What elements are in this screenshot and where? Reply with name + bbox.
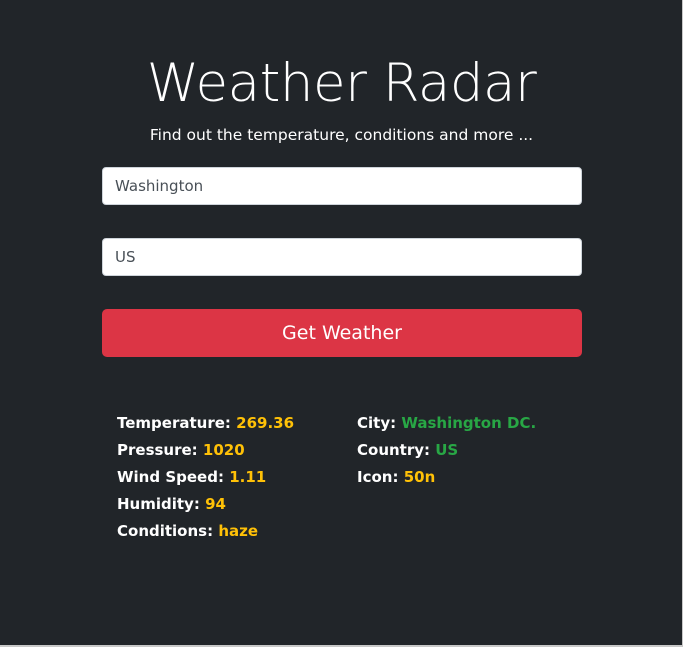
city-label: City:: [357, 414, 397, 432]
conditions-value: haze: [218, 522, 259, 540]
wind-speed-label: Wind Speed:: [117, 468, 224, 486]
city-input[interactable]: [102, 167, 582, 205]
icon-value: 50n: [403, 468, 436, 486]
conditions-label: Conditions:: [117, 522, 214, 540]
page-subtitle: Find out the temperature, conditions and…: [149, 126, 534, 144]
pressure-label: Pressure:: [117, 441, 198, 459]
humidity-row: Humidity: 94: [117, 494, 294, 521]
country-label: Country:: [357, 441, 431, 459]
weather-results-right: City: Washington DC. Country: US Icon: 5…: [357, 413, 536, 494]
icon-row: Icon: 50n: [357, 467, 536, 494]
city-value: Washington DC.: [401, 414, 537, 432]
humidity-label: Humidity:: [117, 495, 200, 513]
weather-results-left: Temperature: 269.36 Pressure: 1020 Wind …: [117, 413, 294, 548]
wind-speed-row: Wind Speed: 1.11: [117, 467, 294, 494]
country-row: Country: US: [357, 440, 536, 467]
weather-app: Weather Radar Find out the temperature, …: [0, 0, 683, 647]
get-weather-button[interactable]: Get Weather: [102, 309, 582, 357]
humidity-value: 94: [205, 495, 226, 513]
country-value: US: [435, 441, 459, 459]
pressure-value: 1020: [202, 441, 245, 459]
country-input[interactable]: [102, 238, 582, 276]
pressure-row: Pressure: 1020: [117, 440, 294, 467]
conditions-row: Conditions: haze: [117, 521, 294, 548]
temperature-value: 269.36: [236, 414, 295, 432]
page-title: Weather Radar: [146, 53, 537, 114]
wind-speed-value: 1.11: [229, 468, 267, 486]
temperature-row: Temperature: 269.36: [117, 413, 294, 440]
icon-label: Icon:: [357, 468, 399, 486]
temperature-label: Temperature:: [117, 414, 231, 432]
city-row: City: Washington DC.: [357, 413, 536, 440]
